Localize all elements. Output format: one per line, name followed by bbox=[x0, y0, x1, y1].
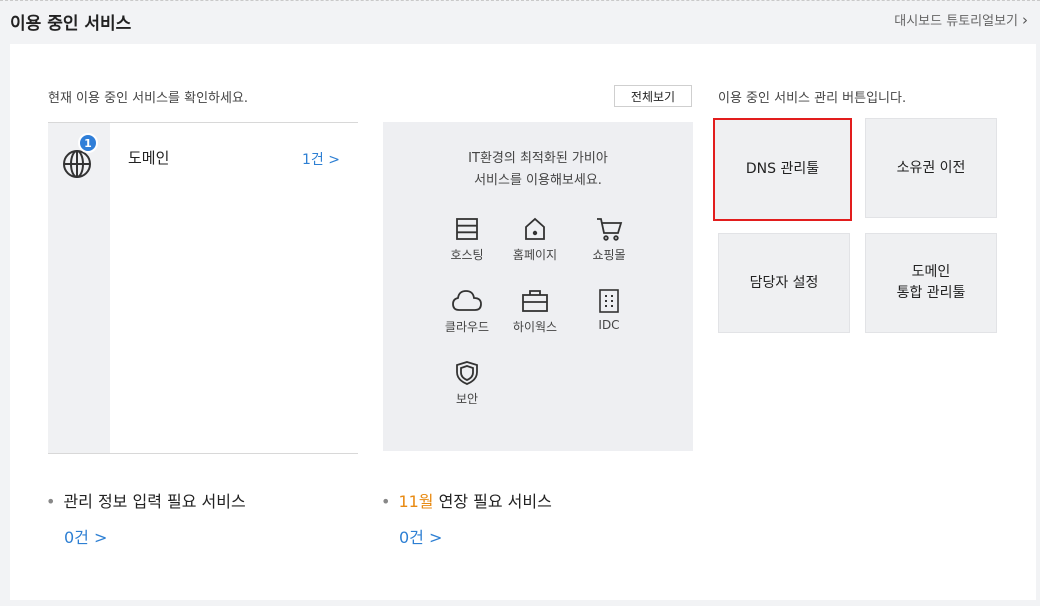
tutorial-link-label: 대시보드 튜토리얼보기 bbox=[894, 14, 1018, 29]
top-divider bbox=[0, 0, 1040, 1]
promo-item-idc[interactable]: IDC bbox=[577, 288, 641, 332]
hosting-icon bbox=[456, 218, 478, 240]
promo-item-label: 클라우드 bbox=[444, 320, 490, 334]
renewal-label: 연장 필요 서비스 bbox=[433, 492, 552, 511]
button-label-line-1: 도메인 bbox=[911, 264, 951, 280]
promo-line-2: 서비스를 이용해보세요. bbox=[474, 173, 602, 188]
service-count-badge: 1 bbox=[78, 133, 98, 153]
server-icon bbox=[599, 289, 619, 313]
shield-icon bbox=[456, 361, 478, 385]
contact-settings-button[interactable]: 담당자 설정 bbox=[718, 233, 850, 333]
renewal-count-link[interactable]: 0건 > bbox=[399, 524, 442, 548]
promo-item-label: IDC bbox=[598, 318, 620, 332]
promo-item-cloud[interactable]: 클라우드 bbox=[435, 288, 499, 335]
promo-item-shoppingmall[interactable]: 쇼핑몰 bbox=[577, 216, 641, 263]
page-title: 이용 중인 서비스 bbox=[10, 14, 132, 34]
shopping-cart-icon bbox=[597, 218, 623, 241]
cloud-icon bbox=[452, 290, 482, 311]
info-needed-notice: • 관리 정보 입력 필요 서비스 bbox=[46, 488, 246, 512]
promo-item-label: 보안 bbox=[455, 392, 479, 406]
promo-panel: IT환경의 최적화된 가비아 서비스를 이용해보세요. 호스팅 홈페이지 쇼핑몰… bbox=[383, 122, 693, 451]
promo-item-security[interactable]: 보안 bbox=[435, 360, 499, 407]
promo-item-label: 호스팅 bbox=[450, 248, 484, 262]
briefcase-icon bbox=[522, 290, 548, 312]
button-label-line-2: 통합 관리툴 bbox=[896, 285, 966, 301]
renewal-month: 11월 bbox=[398, 492, 434, 511]
dns-management-button[interactable]: DNS 관리툴 bbox=[713, 118, 852, 221]
service-count-link[interactable]: 1건 > bbox=[302, 149, 340, 169]
promo-item-hosting[interactable]: 호스팅 bbox=[435, 216, 499, 263]
tutorial-link[interactable]: 대시보드 튜토리얼보기 › bbox=[894, 10, 1028, 30]
service-icon-column: 1 bbox=[48, 123, 110, 453]
management-description: 이용 중인 서비스 관리 버튼입니다. bbox=[718, 91, 907, 106]
info-needed-count-link[interactable]: 0건 > bbox=[64, 524, 107, 548]
promo-line-1: IT환경의 최적화된 가비아 bbox=[468, 151, 608, 166]
view-all-button[interactable]: 전체보기 bbox=[614, 85, 692, 107]
bullet-icon: • bbox=[46, 492, 56, 511]
ownership-transfer-button[interactable]: 소유권 이전 bbox=[865, 118, 997, 218]
promo-item-homepage[interactable]: 홈페이지 bbox=[503, 216, 567, 263]
bullet-icon: • bbox=[381, 492, 391, 511]
promo-item-label: 하이웍스 bbox=[512, 320, 558, 334]
services-description: 현재 이용 중인 서비스를 확인하세요. bbox=[48, 91, 249, 106]
promo-item-label: 홈페이지 bbox=[512, 248, 558, 262]
promo-item-label: 쇼핑몰 bbox=[592, 248, 626, 262]
info-needed-label: 관리 정보 입력 필요 서비스 bbox=[63, 492, 246, 511]
chevron-right-icon: › bbox=[1022, 10, 1028, 29]
renewal-notice: • 11월 연장 필요 서비스 bbox=[381, 488, 552, 512]
homepage-icon bbox=[525, 217, 545, 240]
promo-item-hiworks[interactable]: 하이웍스 bbox=[503, 288, 567, 335]
service-list: 1 도메인 1건 > bbox=[48, 122, 358, 454]
service-name-domain: 도메인 bbox=[128, 149, 170, 167]
domain-integrated-management-button[interactable]: 도메인 통합 관리툴 bbox=[865, 233, 997, 333]
promo-text: IT환경의 최적화된 가비아 서비스를 이용해보세요. bbox=[383, 148, 693, 192]
